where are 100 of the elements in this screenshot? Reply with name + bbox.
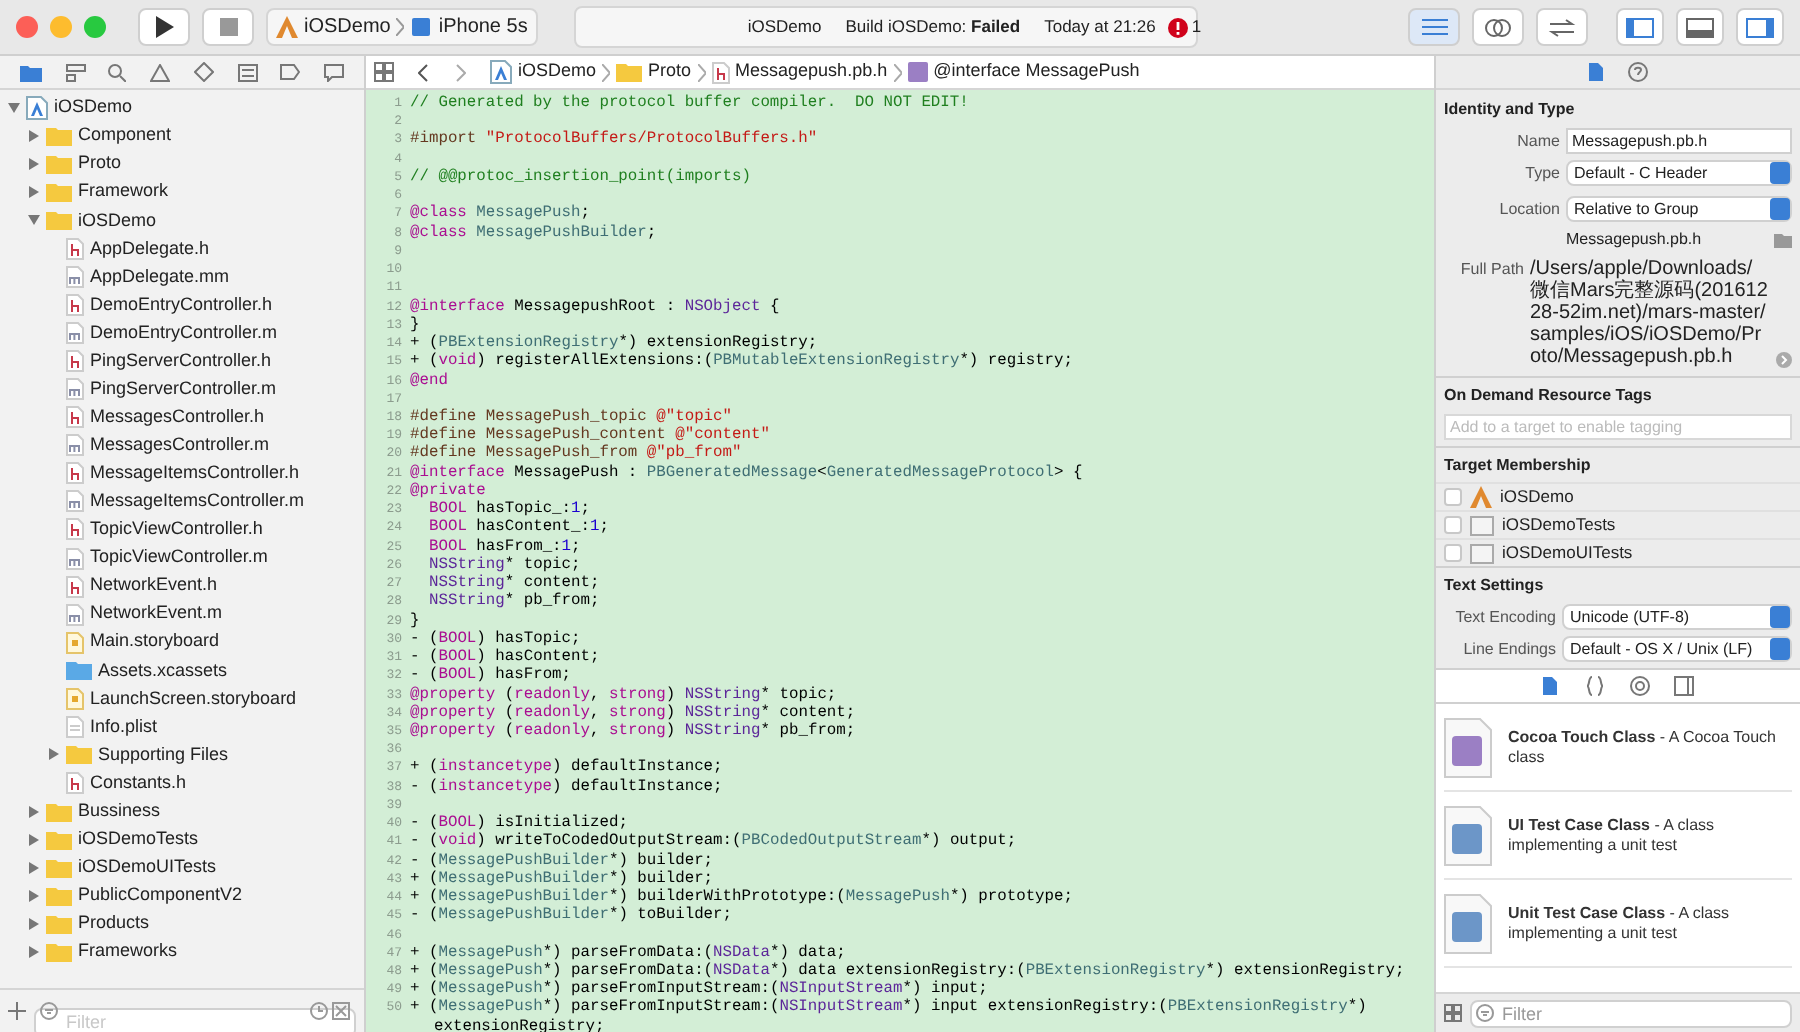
utilities-toggle-button[interactable] (1736, 8, 1784, 46)
folder-icon[interactable] (1774, 233, 1792, 247)
file-tree-item[interactable]: MessagesController.h (90, 403, 265, 431)
source-file-icon (66, 265, 84, 288)
line-endings-dropdown[interactable]: Default - OS X / Unix (LF) (1562, 636, 1792, 662)
play-icon (155, 16, 173, 38)
run-button[interactable] (138, 8, 190, 46)
file-tree-item[interactable]: Component (78, 122, 172, 150)
file-tree-item[interactable]: AppDelegate.mm (90, 263, 230, 291)
file-inspector-icon[interactable] (1588, 62, 1604, 82)
file-tree-item[interactable]: NetworkEvent.h (90, 572, 218, 600)
arrows-icon (1548, 17, 1576, 37)
disclosure-triangle-icon[interactable] (28, 889, 40, 902)
file-tree-item[interactable]: Products (78, 910, 150, 938)
media-library-icon[interactable] (1674, 676, 1694, 696)
forward-icon[interactable] (456, 63, 466, 81)
file-tree-item[interactable]: AppDelegate.h (90, 235, 210, 263)
scheme-selector[interactable]: iOSDemo iPhone 5s (266, 8, 538, 46)
file-tree-item[interactable]: PingServerController.h (90, 347, 272, 375)
disclosure-triangle-icon[interactable] (28, 158, 40, 171)
debug-toggle-button[interactable] (1676, 8, 1724, 46)
disclosure-triangle-icon[interactable] (48, 748, 60, 761)
object-library-icon[interactable] (1630, 676, 1650, 696)
disclosure-triangle-icon[interactable] (28, 214, 40, 227)
file-tree-item[interactable]: DemoEntryController.m (90, 319, 278, 347)
diamond-icon[interactable] (193, 62, 214, 82)
search-icon[interactable] (108, 63, 127, 81)
file-tree-item[interactable]: TopicViewController.m (90, 544, 268, 572)
file-tree-item[interactable]: DemoEntryController.h (90, 291, 273, 319)
filter-field[interactable]: Filter (1470, 999, 1792, 1027)
disclosure-triangle-icon[interactable] (28, 186, 40, 199)
close-window-button[interactable] (16, 16, 38, 38)
file-tree-item[interactable]: LaunchScreen.storyboard (90, 685, 297, 713)
disclosure-triangle-icon[interactable] (28, 917, 40, 930)
left-panel-icon (1626, 17, 1654, 37)
app-icon (276, 16, 298, 38)
file-tree-item[interactable]: MessageItemsController.h (90, 460, 300, 488)
file-tree-item[interactable]: PublicComponentV2 (78, 882, 243, 910)
checkbox[interactable] (1444, 544, 1462, 562)
type-dropdown[interactable]: Default - C Header (1566, 160, 1792, 186)
file-tree-item[interactable]: PingServerController.m (90, 375, 277, 403)
clock-icon[interactable] (310, 1002, 328, 1020)
stop-button[interactable] (202, 8, 254, 46)
disclosure-triangle-icon[interactable] (28, 833, 40, 846)
file-tree-item[interactable]: iOSDemo (54, 94, 133, 122)
bottom-panel-icon (1686, 17, 1714, 37)
disclosure-triangle-icon[interactable] (28, 861, 40, 874)
location-dropdown[interactable]: Relative to Group (1566, 196, 1792, 222)
file-tree-item[interactable]: MessagesController.m (90, 432, 270, 460)
file-tree-item[interactable]: Framework (78, 178, 169, 206)
breadcrumb-item[interactable]: iOSDemo (518, 58, 597, 86)
navigator-toggle-button[interactable] (1616, 8, 1664, 46)
file-tree-item[interactable]: Main.storyboard (90, 628, 220, 656)
full-path: /Users/apple/Downloads/微信Mars完整源码(20161228-52im.net)/mars-master/samples/iOS/iOSDemo/Proto/Messagepush.pb.h (1530, 258, 1770, 368)
file-tree-item[interactable]: TopicViewController.h (90, 516, 263, 544)
standard-editor-button[interactable] (1408, 8, 1460, 46)
file-tree-item[interactable]: NetworkEvent.m (90, 600, 223, 628)
chat-icon[interactable] (324, 63, 345, 81)
hierarchy-icon[interactable] (65, 63, 86, 81)
source-file-icon (66, 490, 84, 513)
back-icon[interactable] (418, 63, 428, 81)
disclosure-triangle-icon[interactable] (28, 945, 40, 958)
file-tree-item[interactable]: iOSDemo (78, 207, 157, 235)
arrow-circle-icon[interactable] (1776, 352, 1792, 368)
file-tree-item[interactable]: Proto (78, 150, 122, 178)
grid-icon[interactable] (1444, 1004, 1462, 1022)
file-tree-item[interactable]: MessageItemsController.m (90, 488, 305, 516)
name-field[interactable]: Messagepush.pb.h (1566, 128, 1792, 154)
file-tree-item[interactable]: Assets.xcassets (98, 657, 228, 685)
file-tree-item[interactable]: Supporting Files (98, 741, 229, 769)
disclosure-triangle-icon[interactable] (8, 102, 20, 115)
template-description: UI Test Case Class - A class implementing a unit test (1508, 815, 1717, 855)
checkbox[interactable] (1444, 488, 1462, 506)
add-icon[interactable] (8, 1002, 26, 1020)
file-tree-item[interactable]: Info.plist (90, 713, 158, 741)
file-template-icon[interactable] (1542, 676, 1562, 696)
tag-icon[interactable] (280, 64, 301, 80)
braces-icon[interactable] (1586, 676, 1606, 696)
breadcrumb-item[interactable]: Proto (648, 58, 692, 86)
file-tree-item[interactable]: iOSDemoTests (78, 825, 199, 853)
file-tree-item[interactable]: Frameworks (78, 938, 178, 966)
encoding-dropdown[interactable]: Unicode (UTF-8) (1562, 604, 1792, 630)
tags-field[interactable]: Add to a target to enable tagging (1444, 414, 1792, 440)
disclosure-triangle-icon[interactable] (28, 805, 40, 818)
version-editor-button[interactable] (1536, 8, 1588, 46)
grid-icon[interactable] (374, 62, 394, 82)
app-icon (1470, 486, 1492, 508)
breadcrumb-item[interactable]: @interface MessagePush (933, 58, 1140, 86)
file-tree-item[interactable]: Bussiness (78, 797, 161, 825)
scope-icon[interactable] (332, 1002, 350, 1020)
warning-icon[interactable] (150, 63, 171, 81)
assistant-editor-button[interactable] (1472, 8, 1524, 46)
folder-icon[interactable] (19, 63, 42, 81)
file-tree-item[interactable]: Constants.h (90, 769, 187, 797)
checkbox[interactable] (1444, 516, 1462, 534)
breadcrumb-item[interactable]: Messagepush.pb.h (735, 58, 888, 86)
help-icon[interactable] (1628, 62, 1648, 82)
list-icon[interactable] (237, 63, 258, 81)
disclosure-triangle-icon[interactable] (28, 130, 40, 143)
file-tree-item[interactable]: iOSDemoUITests (78, 853, 217, 881)
